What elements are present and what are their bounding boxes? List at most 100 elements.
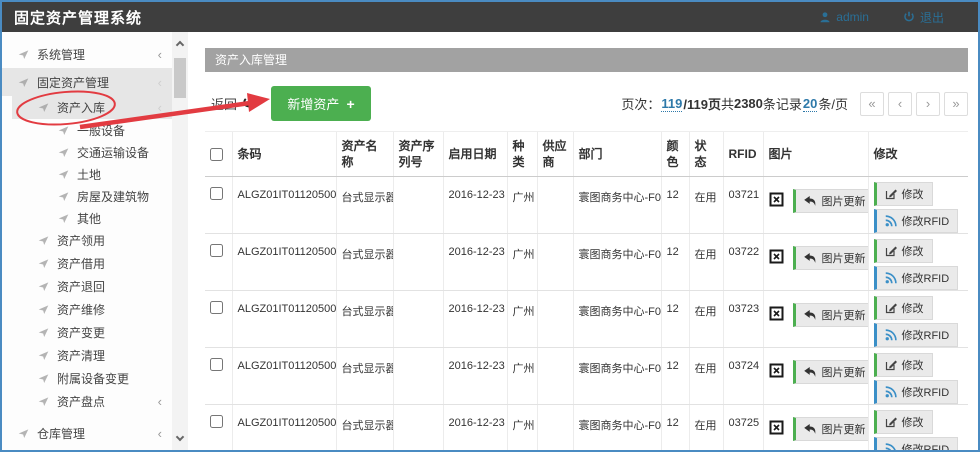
cell-type: 广州	[507, 348, 537, 405]
prev-page-button[interactable]: ‹	[888, 92, 912, 116]
sidebar-item-1[interactable]: 固定资产管理‹	[2, 68, 172, 96]
sidebar-item-7[interactable]: 其他	[2, 207, 172, 229]
edit-button[interactable]: 修改	[874, 353, 933, 377]
user-menu-link[interactable]: admin	[819, 9, 869, 26]
sidebar-item-2[interactable]: 资产入库 ‹	[12, 96, 172, 119]
sidebar-item-12[interactable]: 资产变更	[2, 321, 172, 344]
nav-arrow-icon	[38, 396, 49, 407]
last-page-button[interactable]: »	[944, 92, 968, 116]
logout-link[interactable]: 退出	[903, 9, 944, 26]
edit-rfid-button[interactable]: 修改RFID	[874, 266, 959, 290]
cell-rfid: 03724	[723, 348, 763, 405]
reply-arrow-icon	[804, 367, 817, 378]
row-checkbox[interactable]	[210, 244, 223, 257]
select-all-checkbox[interactable]	[210, 148, 223, 161]
col-supplier: 供应商	[537, 132, 573, 177]
cell-type: 广州	[507, 291, 537, 348]
edit-label: 修改	[902, 186, 924, 202]
cell-supplier	[537, 348, 573, 405]
sidebar-item-5[interactable]: 土地	[2, 163, 172, 185]
sidebar-item-3[interactable]: 一般设备	[2, 119, 172, 141]
nav-arrow-icon	[38, 281, 49, 292]
sidebar-scrollbar[interactable]	[172, 32, 188, 450]
toolbar: 返回 ↺ 新增资产 + 页次： 119 /119页 共 2380 条记录 20 …	[205, 72, 968, 131]
scrollbar-thumb[interactable]	[174, 58, 186, 98]
image-update-button[interactable]: 图片更新	[793, 360, 869, 384]
add-asset-button[interactable]: 新增资产 +	[271, 86, 370, 121]
sidebar-item-10[interactable]: 资产退回	[2, 275, 172, 298]
cell-name: 台式显示器	[336, 177, 393, 234]
sidebar-item-14[interactable]: 附属设备变更	[2, 367, 172, 390]
cell-barcode: ALGZ01IT0112050016	[232, 291, 336, 348]
edit-button[interactable]: 修改	[874, 182, 933, 206]
row-checkbox[interactable]	[210, 358, 223, 371]
cell-date: 2016-12-23	[443, 291, 507, 348]
sidebar-item-16[interactable]: 仓库管理‹	[2, 419, 172, 447]
sidebar-item-4[interactable]: 交通运输设备	[2, 141, 172, 163]
asset-table: 条码 资产名称 资产序列号 启用日期 种类 供应商 部门 颜色 状态 RFID …	[205, 131, 968, 452]
cell-serial	[393, 177, 443, 234]
scroll-down-icon[interactable]	[176, 434, 184, 442]
image-update-label: 图片更新	[822, 421, 866, 437]
edit-rfid-button[interactable]: 修改RFID	[874, 209, 959, 233]
edit-rfid-label: 修改RFID	[902, 213, 950, 229]
col-image: 图片	[763, 132, 868, 177]
chevron-icon: ‹	[158, 395, 162, 408]
nav-arrow-icon	[38, 102, 49, 113]
current-page-link[interactable]: 119	[661, 96, 682, 112]
chevron-icon: ‹	[158, 101, 162, 114]
sidebar-item-label: 资产入库	[57, 99, 105, 116]
sidebar-item-9[interactable]: 资产借用	[2, 252, 172, 275]
app-title: 固定资产管理系统	[14, 7, 142, 28]
edit-button[interactable]: 修改	[874, 239, 933, 263]
nav-arrow-icon	[58, 147, 69, 158]
panel-title: 资产入库管理	[205, 48, 968, 72]
image-update-button[interactable]: 图片更新	[793, 417, 869, 441]
plus-icon: +	[346, 97, 354, 111]
sidebar-item-15[interactable]: 资产盘点‹	[2, 390, 172, 413]
edit-button[interactable]: 修改	[874, 296, 933, 320]
row-checkbox[interactable]	[210, 187, 223, 200]
row-checkbox[interactable]	[210, 415, 223, 428]
edit-pencil-icon	[885, 416, 897, 428]
sidebar-item-8[interactable]: 资产领用	[2, 229, 172, 252]
table-row: ALGZ01IT0112050017 台式显示器 2016-12-23 广州 寰…	[205, 348, 968, 405]
records-suffix: 条记录	[763, 94, 802, 113]
edit-button[interactable]: 修改	[874, 410, 933, 434]
nav-arrow-icon	[18, 428, 29, 439]
first-page-button[interactable]: «	[860, 92, 884, 116]
edit-pencil-icon	[885, 359, 897, 371]
col-status: 状态	[689, 132, 723, 177]
next-page-button[interactable]: ›	[916, 92, 940, 116]
cell-color: 12	[661, 348, 689, 405]
sidebar-item-13[interactable]: 资产清理	[2, 344, 172, 367]
page-size-link[interactable]: 20	[803, 96, 817, 112]
back-button[interactable]: 返回 ↺	[211, 94, 255, 113]
image-update-button[interactable]: 图片更新	[793, 246, 869, 270]
rfid-signal-icon	[885, 386, 897, 398]
nav-arrow-icon	[58, 213, 69, 224]
broken-image-icon	[769, 249, 784, 267]
sidebar-item-0[interactable]: 系统管理‹	[2, 40, 172, 68]
app-header: 固定资产管理系统 admin 退出	[2, 2, 978, 32]
scroll-up-icon[interactable]	[176, 40, 184, 48]
sidebar-item-label: 资产维修	[57, 301, 105, 318]
image-update-button[interactable]: 图片更新	[793, 189, 869, 213]
image-update-button[interactable]: 图片更新	[793, 303, 869, 327]
cell-type: 广州	[507, 177, 537, 234]
cell-rfid: 03721	[723, 177, 763, 234]
cell-date: 2016-12-23	[443, 405, 507, 452]
edit-rfid-button[interactable]: 修改RFID	[874, 380, 959, 404]
pager: « ‹ › »	[860, 92, 968, 116]
sidebar-item-11[interactable]: 资产维修	[2, 298, 172, 321]
sidebar-item-6[interactable]: 房屋及建筑物	[2, 185, 172, 207]
cell-dept: 寰图商务中心-F08	[573, 291, 661, 348]
chevron-icon: ‹	[158, 48, 162, 61]
row-checkbox[interactable]	[210, 301, 223, 314]
edit-rfid-button[interactable]: 修改RFID	[874, 323, 959, 347]
edit-rfid-button[interactable]: 修改RFID	[874, 437, 959, 452]
cell-dept: 寰图商务中心-F08	[573, 405, 661, 452]
header-right: admin 退出	[819, 9, 944, 26]
edit-rfid-label: 修改RFID	[902, 384, 950, 400]
sidebar-item-label: 资产变更	[57, 324, 105, 341]
